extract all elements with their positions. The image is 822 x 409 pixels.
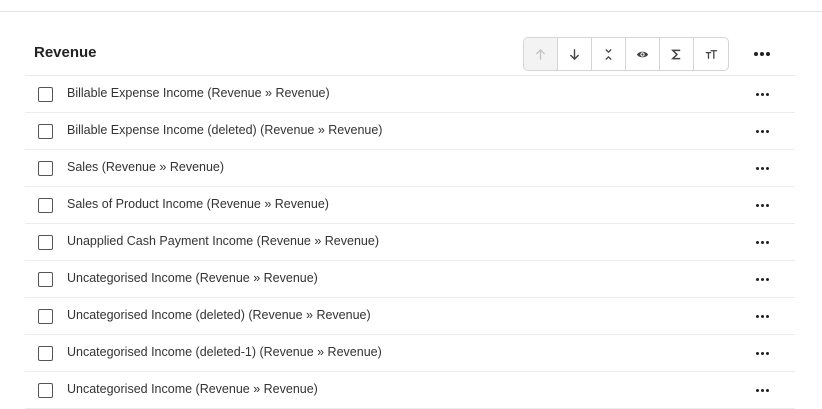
row-more-button[interactable] (754, 199, 770, 211)
more-horizontal-icon (755, 129, 769, 133)
more-horizontal-icon (755, 388, 769, 392)
section-title: Revenue (34, 44, 97, 61)
account-list: Billable Expense Income (Revenue » Reven… (25, 76, 795, 409)
list-item[interactable]: Sales (Revenue » Revenue) (25, 150, 795, 187)
row-label: Uncategorised Income (deleted-1) (Revenu… (67, 345, 382, 359)
toolbar (523, 37, 729, 71)
text-size-button[interactable] (694, 38, 728, 70)
row-more-button[interactable] (754, 236, 770, 248)
more-horizontal-icon (755, 92, 769, 96)
row-more-button[interactable] (754, 162, 770, 174)
list-item[interactable]: Sales of Product Income (Revenue » Reven… (25, 187, 795, 224)
row-label: Uncategorised Income (Revenue » Revenue) (67, 271, 318, 285)
list-item[interactable]: Uncategorised Income (Revenue » Revenue) (25, 372, 795, 409)
row-checkbox[interactable] (38, 161, 53, 176)
list-item[interactable]: Uncategorised Income (deleted-1) (Revenu… (25, 335, 795, 372)
row-checkbox[interactable] (38, 383, 53, 398)
row-label: Unapplied Cash Payment Income (Revenue »… (67, 234, 379, 248)
row-more-button[interactable] (754, 88, 770, 100)
row-label: Billable Expense Income (Revenue » Reven… (67, 86, 330, 100)
panel-header: Revenue (25, 36, 795, 76)
row-label: Uncategorised Income (Revenue » Revenue) (67, 382, 318, 396)
arrow-up-icon (536, 48, 545, 60)
revenue-panel: Revenue Billable Expense Income (Revenue… (25, 36, 795, 409)
row-checkbox[interactable] (38, 272, 53, 287)
collapse-button[interactable] (592, 38, 626, 70)
move-up-button[interactable] (524, 38, 558, 70)
sum-button[interactable] (660, 38, 694, 70)
toggle-visibility-button[interactable] (626, 38, 660, 70)
top-bar (0, 0, 822, 12)
list-item[interactable]: Uncategorised Income (Revenue » Revenue) (25, 261, 795, 298)
more-horizontal-icon (755, 314, 769, 318)
eye-icon (636, 51, 649, 57)
more-horizontal-icon (754, 52, 770, 56)
row-checkbox[interactable] (38, 124, 53, 139)
row-checkbox[interactable] (38, 309, 53, 324)
row-label: Uncategorised Income (deleted) (Revenue … (67, 308, 371, 322)
row-more-button[interactable] (754, 273, 770, 285)
row-label: Billable Expense Income (deleted) (Reven… (67, 123, 383, 137)
row-more-button[interactable] (754, 310, 770, 322)
collapse-icon (605, 48, 612, 60)
more-horizontal-icon (755, 203, 769, 207)
more-horizontal-icon (755, 351, 769, 355)
more-horizontal-icon (755, 277, 769, 281)
arrow-down-icon (570, 48, 579, 60)
section-more-button[interactable] (752, 48, 772, 60)
row-more-button[interactable] (754, 347, 770, 359)
move-down-button[interactable] (558, 38, 592, 70)
more-horizontal-icon (755, 240, 769, 244)
text-size-icon (705, 49, 717, 59)
list-item[interactable]: Billable Expense Income (deleted) (Reven… (25, 113, 795, 150)
row-checkbox[interactable] (38, 198, 53, 213)
sigma-icon (670, 49, 681, 59)
row-label: Sales (Revenue » Revenue) (67, 160, 225, 174)
row-checkbox[interactable] (38, 235, 53, 250)
list-item[interactable]: Uncategorised Income (deleted) (Revenue … (25, 298, 795, 335)
list-item[interactable]: Unapplied Cash Payment Income (Revenue »… (25, 224, 795, 261)
more-horizontal-icon (755, 166, 769, 170)
row-more-button[interactable] (754, 125, 770, 137)
row-label: Sales of Product Income (Revenue » Reven… (67, 197, 329, 211)
row-checkbox[interactable] (38, 346, 53, 361)
row-checkbox[interactable] (38, 87, 53, 102)
list-item[interactable]: Billable Expense Income (Revenue » Reven… (25, 76, 795, 113)
